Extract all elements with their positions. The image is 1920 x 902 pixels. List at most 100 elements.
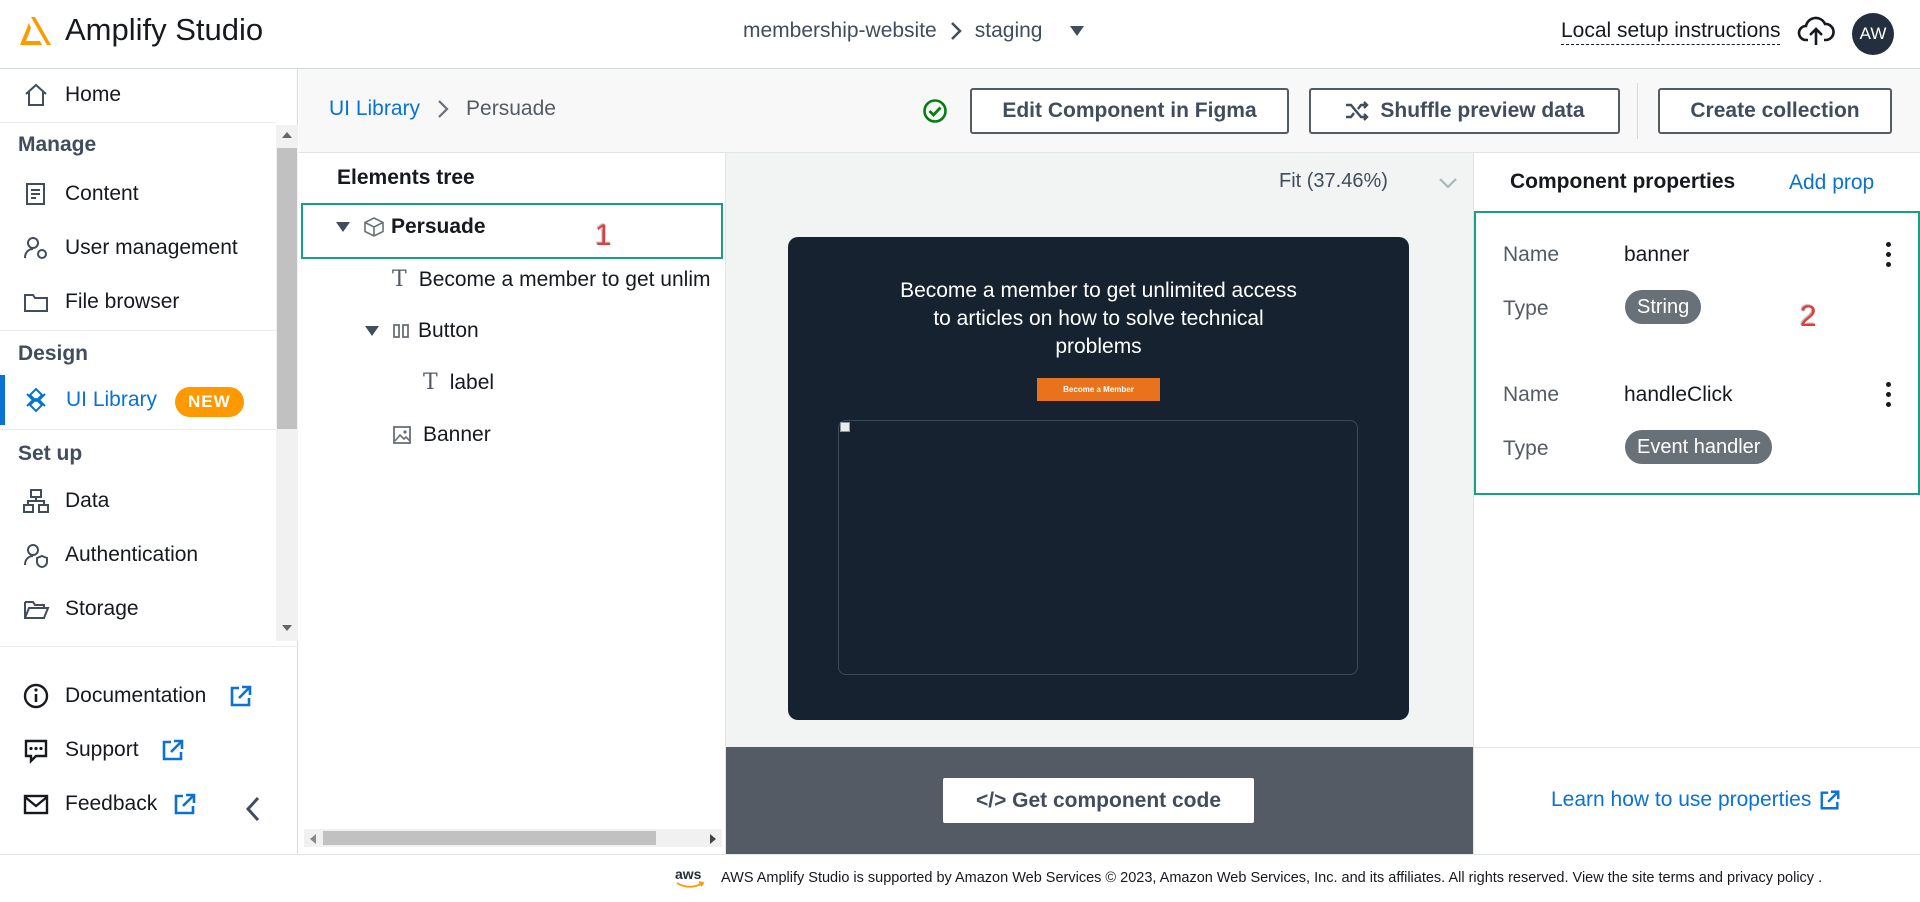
- home-icon: [22, 81, 50, 109]
- scroll-right-icon[interactable]: [710, 834, 716, 844]
- tree-node-label: Become a member to get unlim: [418, 267, 711, 291]
- support-chat-icon: [22, 736, 50, 764]
- local-setup-link[interactable]: Local setup instructions: [1561, 19, 1781, 45]
- prop-name-value: handleClick: [1624, 383, 1733, 406]
- divider: [0, 646, 298, 647]
- sidebar-item-authentication[interactable]: Authentication: [0, 530, 276, 580]
- prop-type-badge: Event handler: [1625, 430, 1773, 464]
- sidebar-item-content[interactable]: Content: [0, 169, 276, 219]
- sidebar-item-label: Documentation: [65, 684, 207, 707]
- active-indicator: [0, 375, 5, 425]
- shuffle-preview-button[interactable]: Shuffle preview data: [1309, 88, 1620, 134]
- external-link-icon: [229, 684, 253, 708]
- caret-down-icon[interactable]: [335, 220, 351, 234]
- avatar[interactable]: AW: [1852, 13, 1894, 55]
- shuffle-icon: [1344, 100, 1370, 122]
- sidebar-item-home[interactable]: Home: [0, 70, 276, 120]
- tree-node-label: label: [449, 370, 495, 394]
- app-title[interactable]: Amplify Studio: [65, 12, 263, 48]
- learn-properties-link[interactable]: Learn how to use properties: [1551, 788, 1841, 812]
- sidebar-item-user-management[interactable]: User management: [0, 223, 276, 273]
- zoom-select[interactable]: Fit (37.46%): [1279, 170, 1388, 193]
- tree-node-button[interactable]: Button: [364, 319, 479, 343]
- footer: aws AWS Amplify Studio is supported by A…: [0, 854, 1920, 902]
- component-preview[interactable]: Become a member to get unlimited access …: [788, 237, 1409, 720]
- collapse-sidebar-icon[interactable]: [243, 795, 263, 823]
- more-options-icon[interactable]: [1884, 382, 1892, 410]
- scrollbar-thumb[interactable]: [277, 148, 297, 429]
- external-link-icon: [173, 792, 197, 816]
- aws-logo: aws: [675, 867, 705, 889]
- tree-node-persuade[interactable]: Persuade: [335, 215, 486, 239]
- tree-horizontal-scrollbar[interactable]: [304, 829, 722, 847]
- top-navigation: Amplify Studio membership-website stagin…: [0, 0, 1920, 69]
- preview-canvas: Fit (37.46%) Become a member to get unli…: [726, 153, 1473, 747]
- image-icon: [392, 425, 412, 445]
- sidebar-item-data[interactable]: Data: [0, 476, 276, 526]
- tree-node-banner[interactable]: Banner: [392, 423, 491, 447]
- scroll-left-icon[interactable]: [310, 834, 316, 844]
- sidebar-item-support[interactable]: Support: [0, 725, 276, 775]
- caret-down-icon[interactable]: [1068, 24, 1086, 38]
- section-heading-manage: Manage: [18, 133, 97, 156]
- cloud-upload-icon[interactable]: [1797, 14, 1835, 48]
- scroll-up-icon[interactable]: [282, 132, 292, 138]
- sidebar-item-storage[interactable]: Storage: [0, 584, 276, 634]
- sidebar-item-ui-library[interactable]: UI Library NEW: [0, 375, 276, 425]
- tree-node-label: Button: [418, 319, 479, 342]
- prop-name-label: Name: [1503, 383, 1560, 406]
- sidebar-item-label: User management: [65, 236, 238, 259]
- section-heading-design: Design: [18, 342, 89, 365]
- breadcrumb-link-ui-library[interactable]: UI Library: [329, 97, 420, 121]
- sidebar-item-file-browser[interactable]: File browser: [0, 277, 276, 327]
- sidebar-item-label: Home: [65, 83, 122, 106]
- annotation-2: 2: [1800, 300, 1817, 333]
- button-label: Create collection: [1690, 99, 1860, 122]
- divider: [0, 330, 276, 331]
- prop-type-badge: String: [1625, 290, 1702, 324]
- tree-node-label-text[interactable]: T label: [423, 370, 494, 395]
- flex-layout-icon: [392, 322, 410, 340]
- tree-node-text[interactable]: T Become a member to get unlim: [392, 267, 726, 292]
- preview-become-member-button[interactable]: Become a Member: [1037, 378, 1160, 401]
- add-prop-link[interactable]: Add prop: [1789, 171, 1874, 195]
- sidebar-item-label: File browser: [65, 290, 180, 313]
- content-icon: [22, 180, 50, 208]
- environment-selector[interactable]: membership-website staging: [743, 19, 1086, 43]
- app-name: membership-website: [743, 19, 937, 42]
- preview-heading: Become a member to get unlimited access …: [900, 279, 1297, 358]
- prop-name-label: Name: [1503, 243, 1560, 266]
- sidebar-item-documentation[interactable]: Documentation: [0, 671, 276, 721]
- text-type-icon: T: [423, 370, 438, 395]
- edit-in-figma-button[interactable]: Edit Component in Figma: [970, 88, 1289, 134]
- button-label: Shuffle preview data: [1380, 99, 1585, 122]
- panel-title: Elements tree: [337, 166, 475, 189]
- get-component-code-button[interactable]: </> Get component code: [943, 778, 1254, 823]
- caret-down-icon[interactable]: [364, 324, 380, 338]
- sidebar-item-feedback[interactable]: Feedback: [0, 779, 276, 829]
- code-bar: </> Get component code: [726, 747, 1473, 854]
- scrollbar-thumb[interactable]: [323, 831, 656, 845]
- scroll-down-icon[interactable]: [282, 625, 292, 631]
- breadcrumb-current: Persuade: [466, 97, 556, 120]
- sidebar-item-label: Storage: [65, 597, 139, 620]
- info-icon: [22, 682, 50, 710]
- mail-icon: [22, 790, 50, 818]
- more-options-icon[interactable]: [1884, 242, 1892, 270]
- sidebar-item-label: Content: [65, 182, 139, 205]
- divider: [1637, 83, 1638, 139]
- ui-library-icon: [22, 386, 50, 414]
- create-collection-button[interactable]: Create collection: [1658, 88, 1892, 134]
- footer-copyright: AWS Amplify Studio is supported by Amazo…: [721, 870, 1823, 886]
- amplify-logo-icon[interactable]: [18, 15, 54, 47]
- component-properties-panel: Component properties Add prop Name banne…: [1473, 153, 1920, 854]
- broken-image-icon: [840, 422, 850, 432]
- sidebar-item-label: UI Library: [66, 388, 158, 411]
- button-label: Edit Component in Figma: [1002, 99, 1257, 122]
- chevron-down-icon[interactable]: [1438, 176, 1458, 190]
- divider: [1474, 747, 1920, 748]
- annotation-1: 1: [595, 219, 612, 252]
- prop-name-value: banner: [1624, 243, 1690, 266]
- prop-type-label: Type: [1503, 297, 1549, 320]
- breadcrumb: UI Library Persuade: [329, 97, 556, 121]
